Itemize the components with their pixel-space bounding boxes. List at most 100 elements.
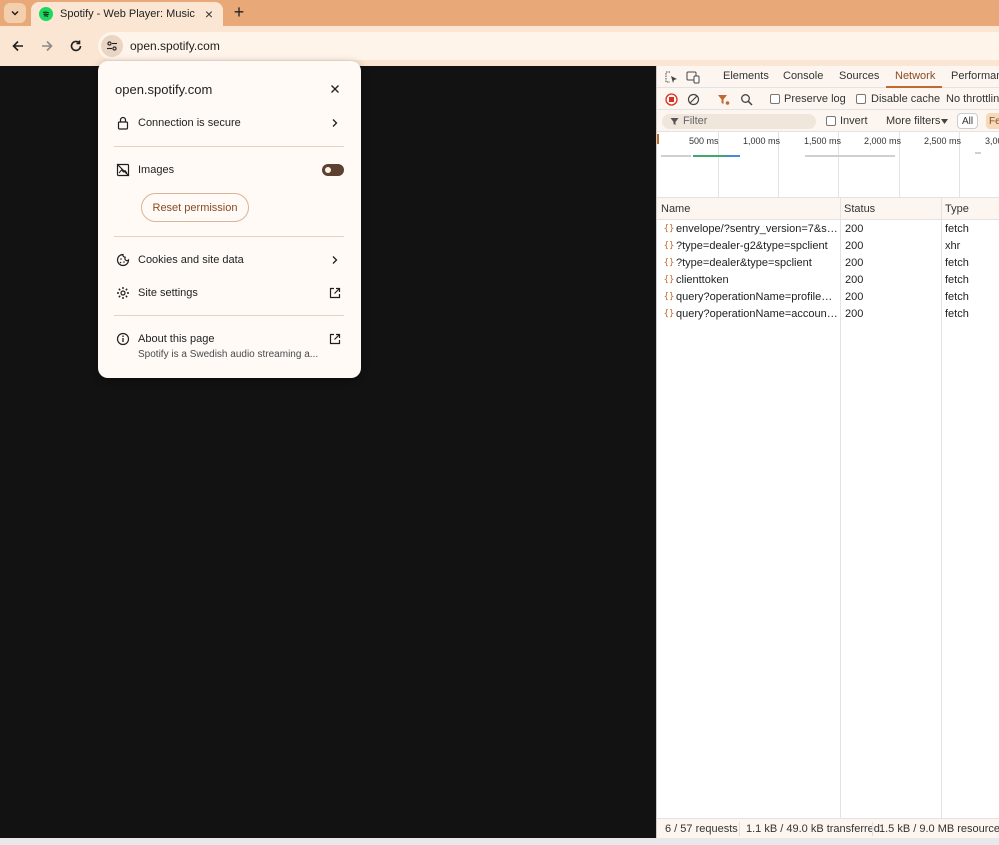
info-icon: [115, 331, 131, 347]
disable-cache-label: Disable cache: [871, 93, 941, 105]
preserve-log-label: Preserve log: [784, 93, 846, 105]
column-name[interactable]: Name: [661, 203, 690, 215]
about-description: Spotify is a Swedish audio streaming a..…: [138, 349, 319, 360]
tab-sources[interactable]: Sources: [839, 70, 879, 82]
clear-icon[interactable]: [686, 92, 700, 106]
funnel-icon: [670, 118, 679, 125]
column-status[interactable]: Status: [844, 203, 875, 215]
request-name: query?operationName=accountA...: [676, 308, 838, 320]
timeline-tick: 1,000 ms: [743, 136, 781, 146]
device-toolbar-icon[interactable]: [686, 70, 700, 84]
inspect-element-icon[interactable]: [664, 70, 678, 84]
request-type: fetch: [945, 291, 969, 303]
table-row[interactable]: {} clienttoken 200 fetch: [657, 272, 999, 289]
search-icon[interactable]: [739, 92, 753, 106]
throttling-select[interactable]: No throttling: [946, 93, 999, 105]
filter-all-button[interactable]: All: [957, 113, 978, 129]
chevron-down-icon: [11, 10, 19, 16]
arrow-right-icon: [42, 40, 53, 52]
table-row[interactable]: {} ?type=dealer-g2&type=spclient 200 xhr: [657, 238, 999, 255]
fetch-icon: {}: [663, 224, 675, 234]
cookies-row[interactable]: Cookies and site data: [98, 245, 361, 275]
timeline-marker: [657, 134, 659, 144]
network-status-bar: 6 / 57 requests 1.1 kB / 49.0 kB transfe…: [657, 818, 999, 838]
network-timeline[interactable]: 500 ms 1,000 ms 1,500 ms 2,000 ms 2,500 …: [657, 132, 999, 198]
column-type[interactable]: Type: [945, 203, 969, 215]
timeline-tick: 3,00: [985, 136, 999, 146]
timeline-bar: [693, 155, 725, 157]
url-text[interactable]: open.spotify.com: [130, 39, 220, 53]
chevron-right-icon: [328, 116, 342, 130]
reload-icon: [70, 40, 82, 52]
request-status: 200: [845, 257, 864, 269]
timeline-tick: 500 ms: [689, 136, 719, 146]
request-type: fetch: [945, 223, 969, 235]
site-settings-row[interactable]: Site settings: [98, 278, 361, 308]
address-bar[interactable]: open.spotify.com: [98, 32, 999, 60]
tab-performance[interactable]: Performance: [951, 70, 999, 82]
filter-input[interactable]: Filter: [662, 114, 816, 129]
request-name: ?type=dealer&type=spclient: [676, 257, 812, 269]
disable-cache-checkbox[interactable]: [856, 94, 866, 104]
reset-permission-button[interactable]: Reset permission: [141, 193, 249, 222]
arrow-left-icon: [12, 40, 23, 52]
reload-button[interactable]: [66, 36, 86, 56]
status-separator: [872, 822, 873, 836]
record-icon[interactable]: [664, 92, 678, 106]
preserve-log-checkbox[interactable]: [770, 94, 780, 104]
filter-placeholder: Filter: [683, 115, 708, 127]
site-info-button[interactable]: [101, 35, 123, 57]
browser-tab[interactable]: Spotify - Web Player: Music for everyone…: [31, 2, 223, 26]
fetch-icon: {}: [663, 258, 675, 268]
timeline-bar: [661, 155, 691, 157]
tab-network[interactable]: Network: [895, 70, 935, 82]
spotify-icon: [39, 7, 53, 21]
forward-button[interactable]: [37, 36, 57, 56]
site-info-popup: open.spotify.com Connection is secure Im…: [98, 61, 361, 378]
images-toggle[interactable]: [322, 164, 344, 176]
request-name: query?operationName=profileAttri...: [676, 291, 838, 303]
divider: [114, 236, 344, 237]
tab-title: Spotify - Web Player: Music for everyone: [60, 8, 196, 20]
connection-secure-row[interactable]: Connection is secure: [98, 108, 361, 138]
table-row[interactable]: {} query?operationName=accountA... 200 f…: [657, 306, 999, 323]
back-button[interactable]: [8, 36, 28, 56]
filter-fetch-xhr-button[interactable]: Fe: [986, 113, 999, 129]
gear-icon: [115, 285, 131, 301]
request-status: 200: [845, 308, 864, 320]
tab-console[interactable]: Console: [783, 70, 823, 82]
request-type: fetch: [945, 308, 969, 320]
request-name: ?type=dealer-g2&type=spclient: [676, 240, 828, 252]
request-status: 200: [845, 240, 864, 252]
tab-elements[interactable]: Elements: [723, 70, 769, 82]
transferred-size: 1.1 kB / 49.0 kB transferred: [746, 823, 880, 835]
resources-size: 1.5 kB / 9.0 MB resources: [879, 823, 999, 835]
more-filters-dropdown[interactable]: More filters: [886, 115, 940, 127]
chevron-right-icon: [328, 253, 342, 267]
divider: [114, 146, 344, 147]
browser-toolbar: open.spotify.com: [0, 26, 999, 66]
request-status: 200: [845, 223, 864, 235]
filter-bar: Filter Invert More filters All Fe: [657, 110, 999, 132]
site-settings-label: Site settings: [138, 287, 198, 299]
fetch-icon: {}: [663, 241, 675, 251]
filter-icon[interactable]: [716, 92, 730, 106]
cookies-label: Cookies and site data: [138, 254, 244, 266]
table-row[interactable]: {} query?operationName=profileAttri... 2…: [657, 289, 999, 306]
request-name: envelope/?sentry_version=7&sentr...: [676, 223, 838, 235]
timeline-bar: [725, 155, 740, 157]
close-icon[interactable]: [327, 81, 343, 97]
invert-checkbox[interactable]: [826, 116, 836, 126]
tab-search-button[interactable]: [4, 3, 26, 23]
open-external-icon: [328, 332, 342, 346]
popup-title: open.spotify.com: [115, 82, 213, 97]
request-type: fetch: [945, 274, 969, 286]
table-row[interactable]: {} ?type=dealer&type=spclient 200 fetch: [657, 255, 999, 272]
timeline-tick: 1,500 ms: [804, 136, 842, 146]
requests-count: 6 / 57 requests: [665, 823, 738, 835]
open-external-icon: [328, 286, 342, 300]
connection-label: Connection is secure: [138, 117, 241, 129]
new-tab-button[interactable]: +: [228, 2, 250, 22]
close-tab-icon[interactable]: ×: [201, 6, 217, 22]
table-row[interactable]: {} envelope/?sentry_version=7&sentr... 2…: [657, 221, 999, 238]
